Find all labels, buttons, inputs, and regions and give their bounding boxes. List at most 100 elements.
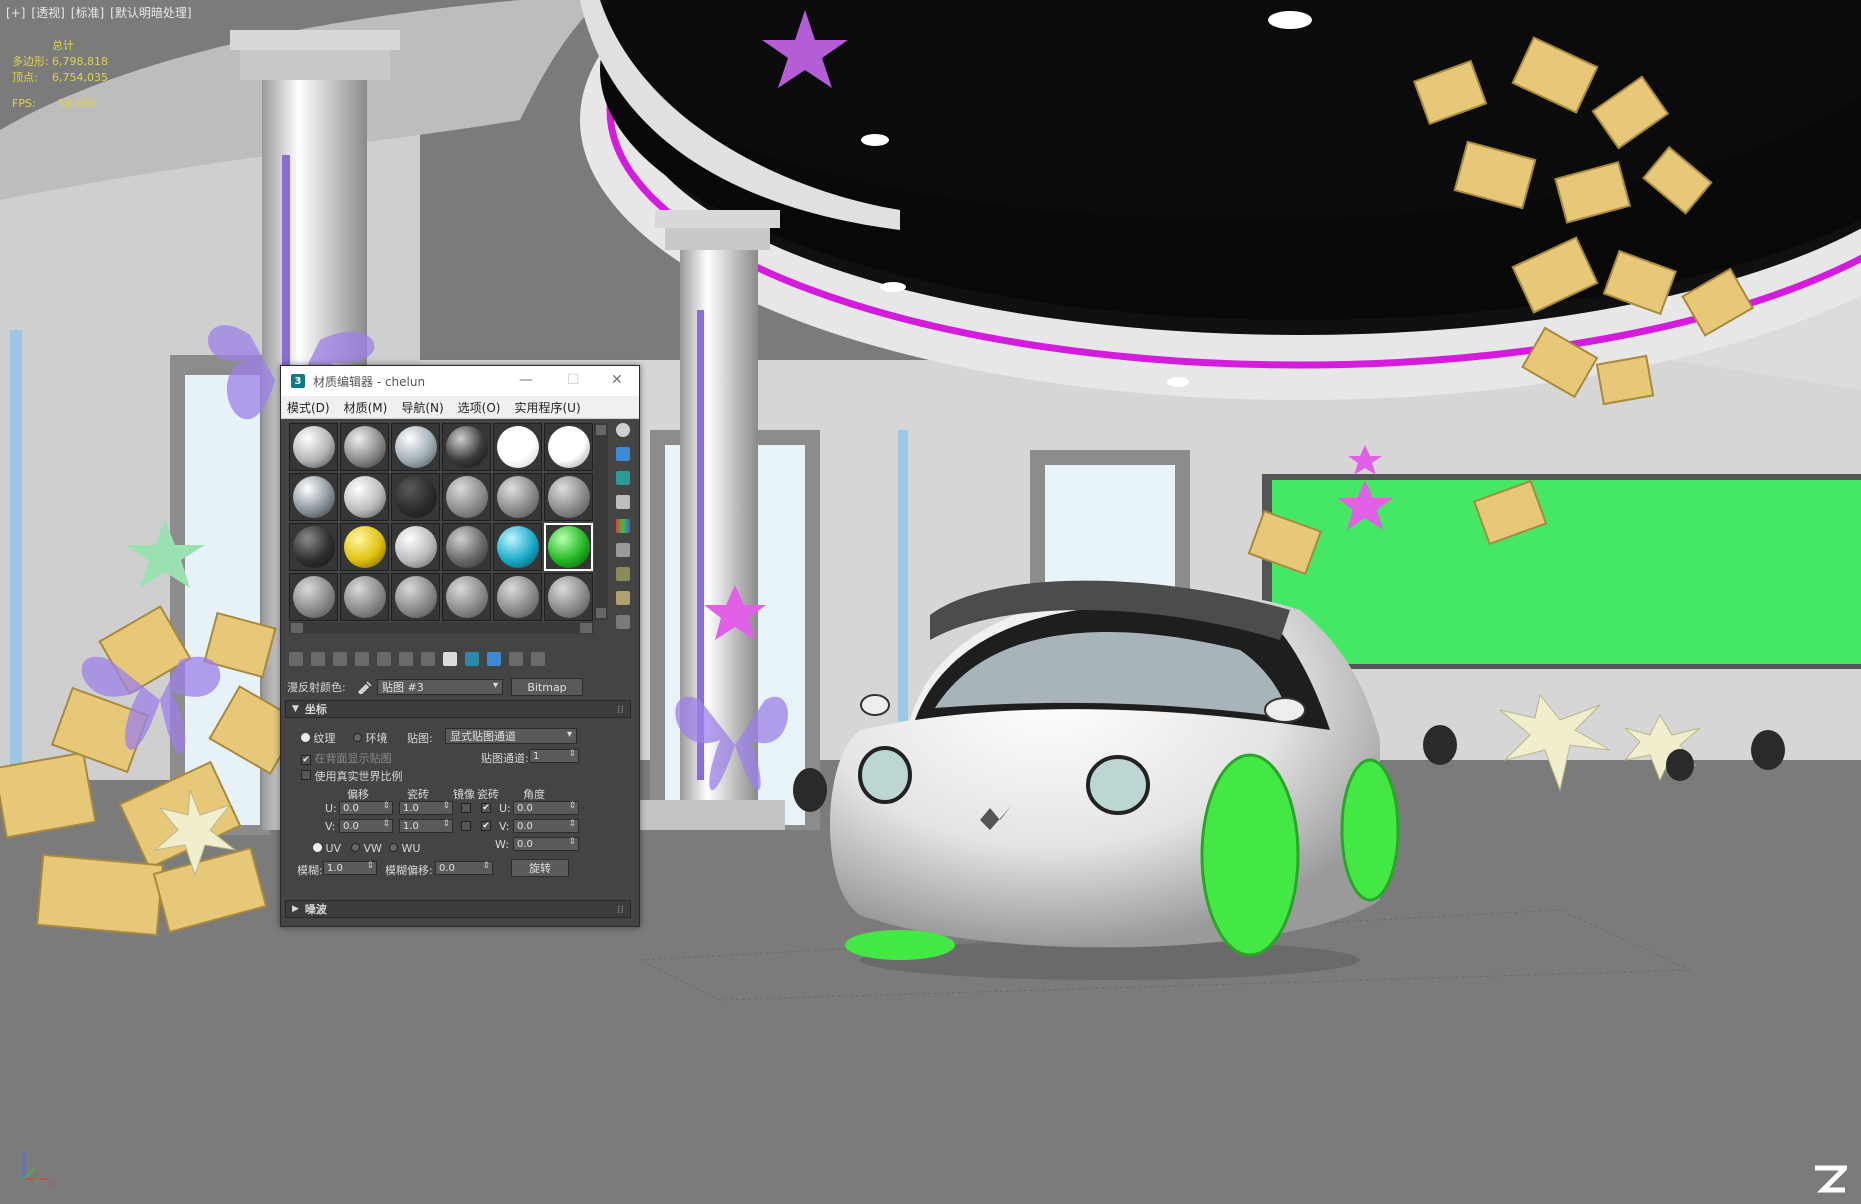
material-slot[interactable] <box>340 423 389 471</box>
show-shaded-icon[interactable] <box>465 652 479 666</box>
material-editor-titlebar[interactable]: 3 材质编辑器 - chelun — ☐ ✕ <box>281 366 639 396</box>
scroll-right-icon[interactable] <box>580 623 592 633</box>
material-slot[interactable] <box>493 423 542 471</box>
rollout-pin-icon[interactable]: ⁞⁞ <box>617 703 624 716</box>
material-slot[interactable] <box>493 573 542 621</box>
menu-material[interactable]: 材质(M) <box>344 399 388 416</box>
blur-spinner[interactable]: 1.0 <box>323 861 377 875</box>
coordinates-rollout-header[interactable]: ▼ 坐标 ⁞⁞ <box>285 700 631 718</box>
minimize-icon[interactable]: — <box>519 372 533 388</box>
u-tiling-spinner[interactable]: 1.0 <box>399 801 453 815</box>
menu-modes[interactable]: 模式(D) <box>287 399 330 416</box>
options-icon[interactable] <box>616 567 630 581</box>
u-mirror-checkbox[interactable] <box>461 803 471 813</box>
go-to-parent-icon[interactable] <box>509 652 523 666</box>
u-offset-spinner[interactable]: 0.0 <box>339 801 393 815</box>
close-icon[interactable]: ✕ <box>611 372 623 388</box>
material-slot[interactable] <box>493 473 542 521</box>
maximize-icon[interactable]: ☐ <box>567 372 580 388</box>
scroll-left-icon[interactable] <box>291 623 303 633</box>
rotate-button[interactable]: 旋转 <box>511 859 569 877</box>
v-offset-spinner[interactable]: 0.0 <box>339 819 393 833</box>
uv-radio[interactable]: UV <box>313 842 341 855</box>
material-slot[interactable] <box>544 523 593 571</box>
material-slot[interactable] <box>442 523 491 571</box>
sample-type-icon[interactable] <box>616 423 630 437</box>
material-id-icon[interactable] <box>443 652 457 666</box>
slots-vertical-scrollbar[interactable] <box>594 423 608 620</box>
assign-to-selection-icon[interactable] <box>333 652 347 666</box>
perspective-viewport[interactable]: [+] [透视] [标准] [默认明暗处理] 总计 多边形: 6,798,818 顶点:… <box>0 0 1861 1204</box>
material-slot[interactable] <box>289 523 338 571</box>
material-editor-window[interactable]: 3 材质编辑器 - chelun — ☐ ✕ 模式(D) 材质(M) 导航(N)… <box>280 365 640 927</box>
material-slot[interactable] <box>289 423 338 471</box>
environment-radio[interactable]: 环境 <box>353 730 388 746</box>
make-unique-icon[interactable] <box>399 652 413 666</box>
material-slot[interactable] <box>391 523 440 571</box>
w-angle-spinner[interactable]: 0.0 <box>513 837 579 851</box>
v-mirror-checkbox[interactable] <box>461 821 471 831</box>
material-slot[interactable] <box>391 423 440 471</box>
material-slot[interactable] <box>340 523 389 571</box>
show-end-result-icon[interactable] <box>487 652 501 666</box>
viewport-menu-plus[interactable]: [+] <box>6 6 25 20</box>
u-tile-checkbox[interactable]: ✔ <box>481 803 491 813</box>
texture-radio[interactable]: 纹理 <box>301 730 336 746</box>
go-forward-sibling-icon[interactable] <box>531 652 545 666</box>
put-to-scene-icon[interactable] <box>311 652 325 666</box>
eyedropper-icon[interactable] <box>357 680 373 694</box>
material-slot[interactable] <box>289 573 338 621</box>
noise-rollout-header[interactable]: ▶ 噪波 ⁞⁞ <box>285 900 631 918</box>
material-slot[interactable] <box>442 423 491 471</box>
material-slot[interactable] <box>493 523 542 571</box>
coordinates-title: 坐标 <box>304 703 327 716</box>
scroll-up-icon[interactable] <box>596 425 606 435</box>
scroll-down-icon[interactable] <box>596 608 606 618</box>
menu-options[interactable]: 选项(O) <box>458 399 501 416</box>
uv-tiling-icon[interactable] <box>616 495 630 509</box>
video-color-check-icon[interactable] <box>616 519 630 533</box>
put-to-library-icon[interactable] <box>421 652 435 666</box>
get-material-icon[interactable] <box>289 652 303 666</box>
viewport-view-label[interactable]: [透视] <box>31 6 64 20</box>
u-angle-spinner[interactable]: 0.0 <box>513 801 579 815</box>
wu-radio[interactable]: WU <box>389 842 420 855</box>
viewport-shading-standard[interactable]: [标准] <box>71 6 104 20</box>
noise-rollout-pin-icon[interactable]: ⁞⁞ <box>617 903 624 916</box>
material-slot[interactable] <box>544 423 593 471</box>
slots-horizontal-scrollbar[interactable] <box>289 622 594 634</box>
material-slot[interactable] <box>442 473 491 521</box>
show-on-back-checkbox[interactable]: ✔ 在背面显示贴图 <box>301 750 392 766</box>
map-channel-spinner[interactable]: 1 <box>529 749 579 763</box>
vw-radio[interactable]: VW <box>351 842 382 855</box>
viewport-label[interactable]: [+] [透视] [标准] [默认明暗处理] <box>6 4 198 21</box>
w-angle-label: W: <box>495 838 509 851</box>
material-slot[interactable] <box>544 473 593 521</box>
map-name-dropdown[interactable]: 贴图 #3 <box>377 679 503 695</box>
reset-map-icon[interactable] <box>355 652 369 666</box>
menu-navigation[interactable]: 导航(N) <box>401 399 443 416</box>
material-slot[interactable] <box>391 473 440 521</box>
material-map-navigator-icon[interactable] <box>616 615 630 629</box>
real-world-scale-checkbox[interactable]: 使用真实世界比例 <box>301 768 403 784</box>
v-tiling-spinner[interactable]: 1.0 <box>399 819 453 833</box>
material-slot[interactable] <box>544 573 593 621</box>
mapping-dropdown[interactable]: 显式贴图通道 <box>445 728 577 744</box>
copy-material-icon[interactable] <box>377 652 391 666</box>
material-slot[interactable] <box>340 473 389 521</box>
material-slot[interactable] <box>391 573 440 621</box>
material-slot[interactable] <box>289 473 338 521</box>
material-slot[interactable] <box>340 573 389 621</box>
v-tile-checkbox[interactable]: ✔ <box>481 821 491 831</box>
make-preview-icon[interactable] <box>616 543 630 557</box>
viewport-shading-default[interactable]: [默认明暗处理] <box>110 6 191 20</box>
backlight-icon[interactable] <box>616 447 630 461</box>
map-type-button[interactable]: Bitmap <box>511 678 583 696</box>
background-icon[interactable] <box>616 471 630 485</box>
blur-offset-spinner[interactable]: 0.0 <box>435 861 493 875</box>
select-by-material-icon[interactable] <box>616 591 630 605</box>
material-slot[interactable] <box>442 573 491 621</box>
v-angle-spinner[interactable]: 0.0 <box>513 819 579 833</box>
material-sphere-icon <box>496 526 539 568</box>
menu-utilities[interactable]: 实用程序(U) <box>514 399 580 416</box>
